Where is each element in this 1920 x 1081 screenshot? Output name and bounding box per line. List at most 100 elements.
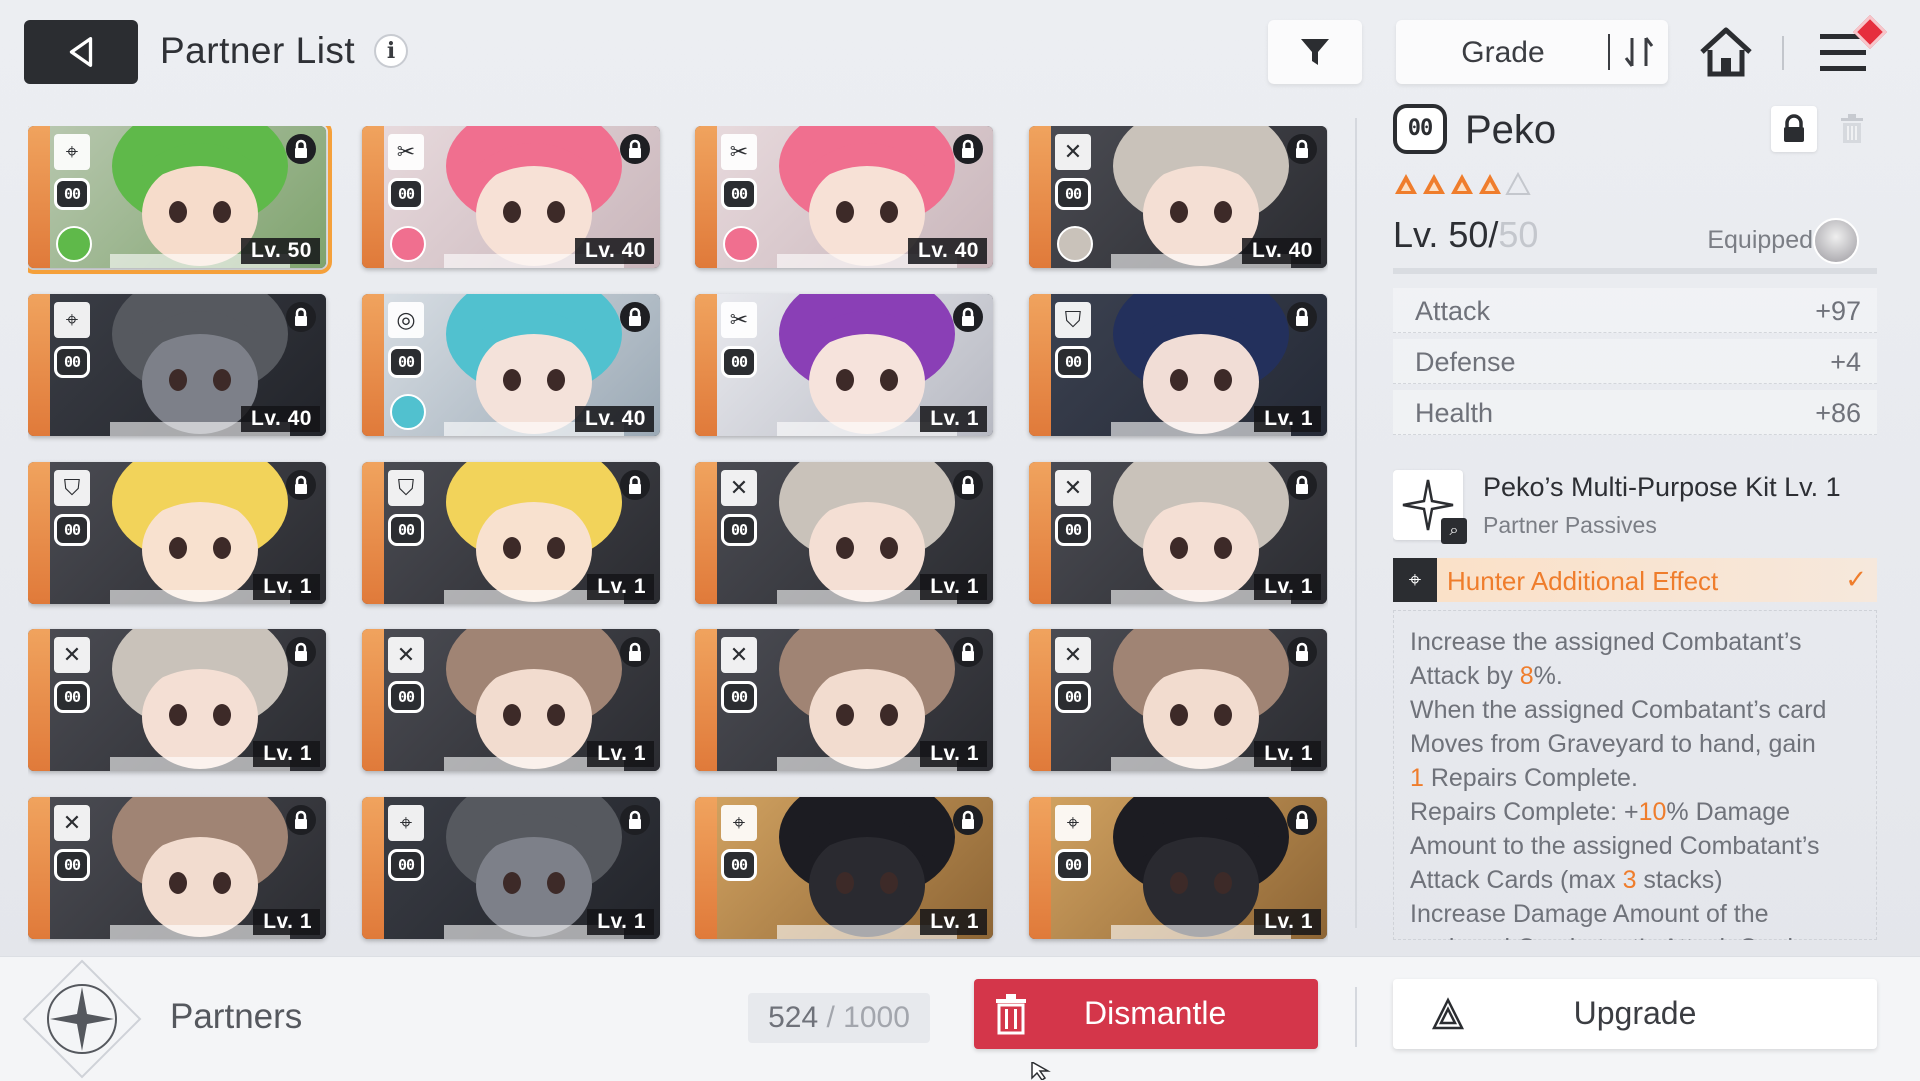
level-label: Lv. 1 bbox=[1254, 741, 1321, 767]
partner-card[interactable]: ✕ 00 Lv. 1 bbox=[1029, 462, 1327, 604]
back-button[interactable] bbox=[24, 20, 138, 84]
partner-card[interactable]: ✕ 00 Lv. 1 bbox=[28, 629, 326, 771]
sort-dropdown[interactable]: Grade bbox=[1396, 20, 1668, 84]
stat-label: Health bbox=[1415, 398, 1494, 428]
rank-badge: 00 bbox=[54, 681, 90, 713]
lock-icon[interactable] bbox=[620, 302, 650, 332]
level-label: Lv. 1 bbox=[1254, 574, 1321, 600]
rank-badge: 00 bbox=[1055, 681, 1091, 713]
partner-card[interactable]: ⌖ 00 Lv. 1 bbox=[362, 797, 660, 939]
lock-icon[interactable] bbox=[1287, 470, 1317, 500]
rank-badge: 00 bbox=[721, 514, 757, 546]
lock-icon[interactable] bbox=[620, 637, 650, 667]
rarity-strip bbox=[1029, 126, 1051, 268]
desc-text: %. bbox=[1533, 662, 1563, 690]
partner-card[interactable]: ⌖ 00 Lv. 1 bbox=[1029, 797, 1327, 939]
desc-highlight: 1 bbox=[1410, 764, 1424, 792]
lock-icon[interactable] bbox=[953, 470, 983, 500]
lock-icon[interactable] bbox=[1287, 805, 1317, 835]
partner-card[interactable]: ✕ 00 Lv. 1 bbox=[695, 629, 993, 771]
partner-card[interactable]: ✕ 00 Lv. 1 bbox=[1029, 629, 1327, 771]
equipped-label: Equipped bbox=[1707, 226, 1813, 254]
partner-card[interactable]: ✂ 00 Lv. 40 bbox=[695, 126, 993, 268]
level-label: Lv. 1 bbox=[587, 574, 654, 600]
lock-icon[interactable] bbox=[1287, 302, 1317, 332]
partner-card[interactable]: ✂ 00 Lv. 1 bbox=[695, 294, 993, 436]
lock-icon[interactable] bbox=[286, 805, 316, 835]
rarity-strip bbox=[695, 462, 717, 604]
rank-badge: 00 bbox=[388, 514, 424, 546]
passive-icon[interactable]: ⌕ bbox=[1393, 470, 1467, 544]
desc-text: Attack Cards (max bbox=[1410, 866, 1623, 894]
equipped-avatar bbox=[56, 226, 92, 262]
partner-card[interactable]: ◎ 00 Lv. 40 bbox=[362, 294, 660, 436]
desc-line: Attack Cards (max 3 stacks) bbox=[1410, 863, 1860, 897]
class-icon: ✕ bbox=[1055, 637, 1091, 673]
partner-card[interactable]: ✕ 00 Lv. 1 bbox=[362, 629, 660, 771]
class-icon: ⌖ bbox=[721, 805, 757, 841]
rank-badge: 00 bbox=[721, 178, 757, 210]
count-separator: / bbox=[818, 1001, 844, 1034]
level-label: Lv. 1 bbox=[920, 406, 987, 432]
info-icon[interactable]: i bbox=[374, 34, 408, 68]
lock-icon[interactable] bbox=[1287, 134, 1317, 164]
lock-icon[interactable] bbox=[620, 470, 650, 500]
lock-icon[interactable] bbox=[953, 134, 983, 164]
rank-badge: 00 bbox=[388, 681, 424, 713]
trash-icon bbox=[996, 994, 1026, 1035]
sort-order-icon[interactable] bbox=[1618, 32, 1660, 72]
partner-card[interactable]: ✕ 00 Lv. 1 bbox=[695, 462, 993, 604]
page-title: Partner List bbox=[160, 30, 356, 71]
lock-icon[interactable] bbox=[286, 134, 316, 164]
partner-card[interactable]: ⛉ 00 Lv. 1 bbox=[362, 462, 660, 604]
lock-icon[interactable] bbox=[286, 470, 316, 500]
partner-card[interactable]: ⌖ 00 Lv. 1 bbox=[695, 797, 993, 939]
stat-value: +86 bbox=[1815, 398, 1861, 428]
equipped-avatar bbox=[390, 394, 426, 430]
rarity-strip bbox=[362, 797, 384, 939]
star-filled-icon bbox=[1423, 174, 1445, 194]
lock-icon[interactable] bbox=[953, 805, 983, 835]
rarity-strip bbox=[28, 797, 50, 939]
lock-icon bbox=[1784, 114, 1804, 142]
class-icon: ✕ bbox=[54, 805, 90, 841]
partner-card[interactable]: ⛉ 00 Lv. 1 bbox=[1029, 294, 1327, 436]
lock-button[interactable] bbox=[1771, 106, 1817, 152]
partner-card[interactable]: ⌖ 00 Lv. 50 bbox=[28, 126, 332, 274]
lock-icon[interactable] bbox=[286, 637, 316, 667]
desc-line: Attack by 8%. bbox=[1410, 659, 1860, 693]
hunter-effect-label: Hunter Additional Effect bbox=[1447, 566, 1719, 596]
lock-icon[interactable] bbox=[1287, 637, 1317, 667]
trash-button[interactable] bbox=[1829, 106, 1875, 152]
level-label: Lv. 40 bbox=[241, 406, 320, 432]
lock-icon[interactable] bbox=[620, 805, 650, 835]
partner-card[interactable]: ✕ 00 Lv. 1 bbox=[28, 797, 326, 939]
desc-text: stacks) bbox=[1636, 866, 1723, 894]
partner-card[interactable]: ⛉ 00 Lv. 1 bbox=[28, 462, 326, 604]
equipped-avatar[interactable] bbox=[1813, 218, 1859, 264]
dismantle-button[interactable]: Dismantle bbox=[974, 979, 1318, 1049]
partner-card[interactable]: ⌖ 00 Lv. 40 bbox=[28, 294, 326, 436]
partner-card[interactable]: ✂ 00 Lv. 40 bbox=[362, 126, 660, 268]
partner-card[interactable]: ✕ 00 Lv. 40 bbox=[1029, 126, 1327, 268]
rarity-strip bbox=[28, 462, 50, 604]
lock-icon[interactable] bbox=[953, 302, 983, 332]
lock-icon[interactable] bbox=[953, 637, 983, 667]
lock-icon[interactable] bbox=[286, 302, 316, 332]
desc-highlight: 10 bbox=[1638, 798, 1667, 826]
desc-line: assigned Combatant’s Attack Cards bbox=[1410, 931, 1860, 940]
level-value: Lv. 50/ bbox=[1393, 214, 1499, 255]
magnifier-icon: ⌕ bbox=[1441, 518, 1467, 544]
hunter-effect-toggle[interactable]: ⌖ Hunter Additional Effect ✓ bbox=[1393, 558, 1877, 602]
rank-badge: 00 bbox=[54, 514, 90, 546]
desc-line: Repairs Complete: +10% Damage bbox=[1410, 795, 1860, 829]
stat-row: Attack +97 bbox=[1393, 288, 1877, 333]
desc-text: Repairs Complete. bbox=[1423, 764, 1638, 792]
lock-icon[interactable] bbox=[620, 134, 650, 164]
desc-text: Repairs Complete: + bbox=[1410, 798, 1639, 826]
home-icon[interactable] bbox=[1696, 22, 1756, 82]
filter-button[interactable] bbox=[1268, 20, 1362, 84]
upgrade-button[interactable]: Upgrade bbox=[1393, 979, 1877, 1049]
partner-detail-panel: 00 Peko Lv. 50/50 Equipped Attack +97 Def… bbox=[1393, 100, 1877, 940]
rank-badge: 00 bbox=[388, 346, 424, 378]
